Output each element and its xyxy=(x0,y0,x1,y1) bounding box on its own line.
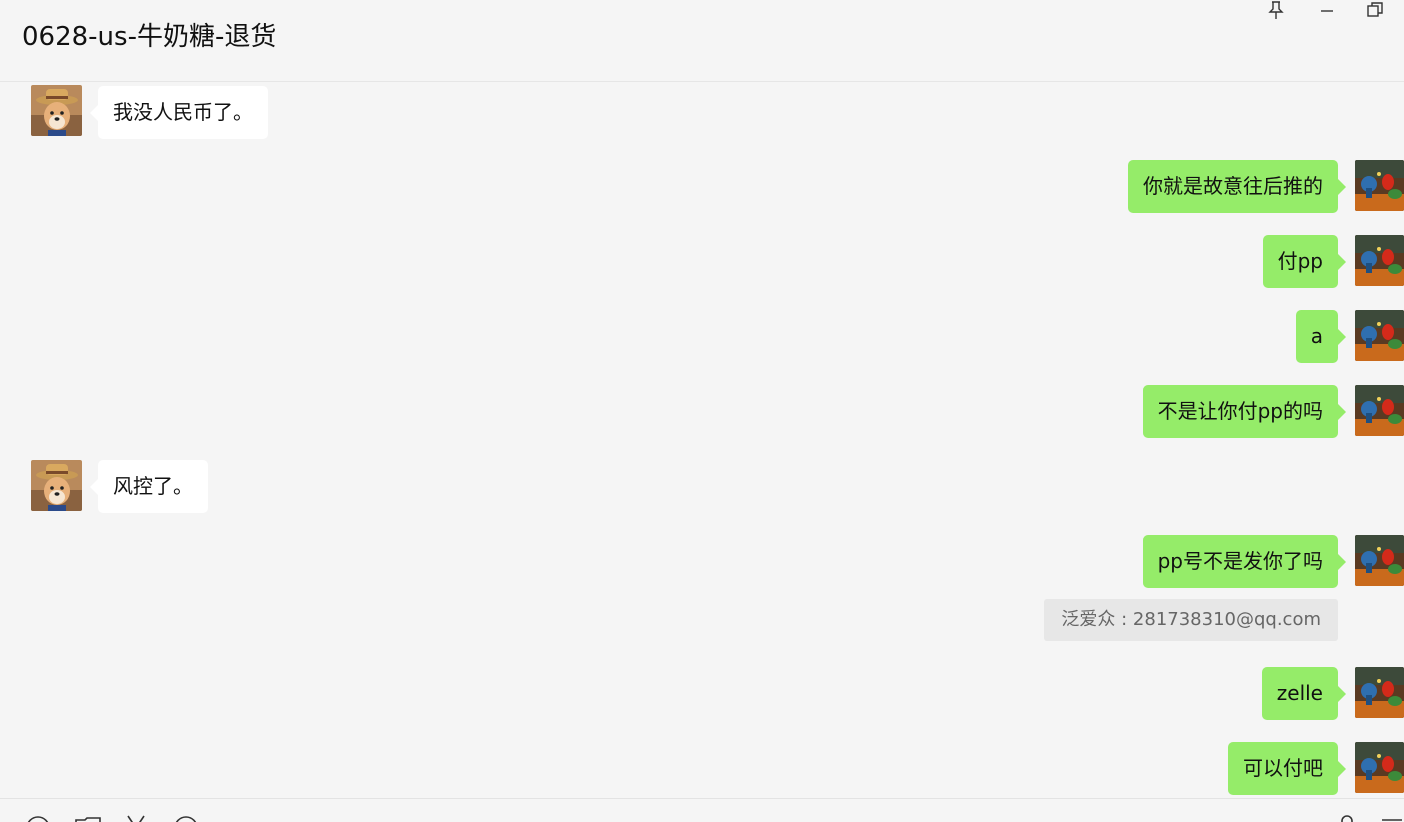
restore-icon[interactable] xyxy=(1365,0,1385,20)
message-bubble[interactable]: zelle xyxy=(1261,667,1347,720)
scissors-icon[interactable] xyxy=(122,814,150,822)
quoted-message[interactable]: 泛爱众 : 281738310@qq.com xyxy=(1044,599,1338,641)
my-avatar[interactable] xyxy=(1355,160,1404,211)
input-toolbar xyxy=(0,798,1404,822)
message-list[interactable]: 我没人民币了。 你就是故意往后推的 付pp a 不是让你付pp的吗 风控了。 p… xyxy=(0,83,1404,798)
message-bubble[interactable]: 可以付吧 xyxy=(1228,742,1346,795)
menu-icon[interactable] xyxy=(1380,814,1404,822)
chat-history-icon[interactable] xyxy=(172,814,200,822)
message-bubble[interactable]: 你就是故意往后推的 xyxy=(1128,160,1346,213)
message-bubble[interactable]: 付pp xyxy=(1262,235,1347,288)
my-avatar[interactable] xyxy=(1355,235,1404,286)
message-bubble[interactable]: pp号不是发你了吗 xyxy=(1142,535,1347,588)
emoji-icon[interactable] xyxy=(24,814,52,822)
contact-avatar[interactable] xyxy=(31,85,82,136)
message-bubble[interactable]: 不是让你付pp的吗 xyxy=(1142,385,1347,438)
message-bubble[interactable]: a xyxy=(1295,310,1347,363)
minimize-icon[interactable] xyxy=(1317,0,1337,20)
contact-avatar[interactable] xyxy=(31,460,82,511)
my-avatar[interactable] xyxy=(1355,535,1404,586)
message-bubble[interactable]: 我没人民币了。 xyxy=(90,86,268,139)
my-avatar[interactable] xyxy=(1355,310,1404,361)
my-avatar[interactable] xyxy=(1355,385,1404,436)
my-avatar[interactable] xyxy=(1355,742,1404,793)
microphone-icon[interactable] xyxy=(1333,814,1361,822)
pin-icon[interactable] xyxy=(1266,0,1286,20)
chat-header: 0628-us-牛奶糖-退货 xyxy=(0,0,1404,82)
folder-icon[interactable] xyxy=(74,814,102,822)
my-avatar[interactable] xyxy=(1355,667,1404,718)
chat-title: 0628-us-牛奶糖-退货 xyxy=(22,22,277,52)
message-bubble[interactable]: 风控了。 xyxy=(90,460,208,513)
